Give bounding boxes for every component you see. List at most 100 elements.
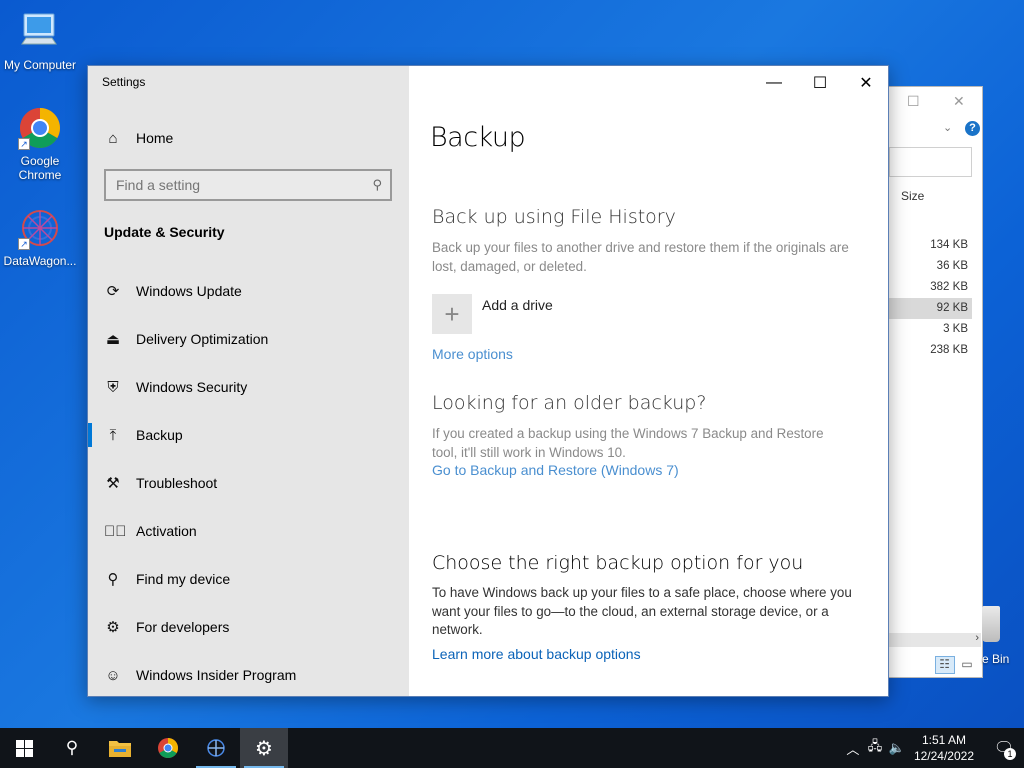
file-history-heading: Back up using File History [432, 206, 676, 228]
learn-more-backup-link[interactable]: Learn more about backup options [432, 646, 641, 662]
search-input[interactable] [116, 177, 373, 193]
file-size-list: 134 KB 36 KB 382 KB 92 KB 3 KB 238 KB [889, 235, 972, 361]
window-title: Settings [102, 75, 146, 89]
desktop-icon-my-computer[interactable]: My Computer [0, 10, 80, 72]
backup-arrow-icon: ⤒ [109, 426, 117, 444]
notification-badge: 1 [1004, 748, 1016, 760]
nav-activation[interactable]: ✓⃝ Activation [88, 507, 409, 555]
explorer-search-box[interactable] [889, 147, 972, 177]
search-icon: ⚲ [65, 738, 79, 757]
nav-windows-update[interactable]: ⟳ Windows Update [88, 267, 409, 315]
action-center-button[interactable]: 🗨 1 [984, 728, 1024, 768]
nav-windows-security[interactable]: ⛨ Windows Security [88, 363, 409, 411]
desktop-icon-label: DataWagon... [3, 254, 77, 268]
chrome-icon [158, 738, 178, 758]
developer-icon: ⚙ [106, 619, 120, 636]
nav-for-developers[interactable]: ⚙ For developers [88, 603, 409, 651]
nav-find-my-device[interactable]: ⚲ Find my device [88, 555, 409, 603]
page-title: Backup [430, 122, 526, 153]
computer-icon [18, 10, 62, 54]
explorer-titlebar[interactable]: ☐ ✕ [881, 87, 982, 117]
clock-date: 12/24/2022 [913, 749, 974, 763]
nav-label: Find my device [136, 571, 231, 587]
volume-icon[interactable]: 🔈 [886, 740, 908, 756]
chrome-icon: ↗ [18, 106, 62, 150]
chevron-down-icon[interactable]: ⌄ [943, 121, 952, 134]
clock[interactable]: 1:51 AM 12/24/2022 [914, 732, 974, 764]
backup-restore-windows7-link[interactable]: Go to Backup and Restore (Windows 7) [432, 462, 679, 478]
nav-troubleshoot[interactable]: ⚒ Troubleshoot [88, 459, 409, 507]
insider-cat-icon: ☺ [105, 666, 121, 684]
wrench-icon: ⚒ [106, 475, 120, 492]
close-button[interactable]: ✕ [843, 70, 889, 96]
clock-time: 1:51 AM [921, 733, 966, 747]
list-item[interactable]: 382 KB [889, 277, 972, 298]
person-pin-icon: ⚲ [107, 571, 119, 588]
windows-logo-icon [15, 739, 33, 757]
search-icon[interactable]: ⚲ [372, 177, 382, 193]
maximize-button[interactable]: ☐ [797, 70, 843, 96]
view-buttons: ☷ ▭ [934, 656, 976, 675]
list-item[interactable]: 3 KB [889, 319, 972, 340]
plus-icon: + [432, 294, 472, 334]
nav-delivery-optimization[interactable]: ⏏ Delivery Optimization [88, 315, 409, 363]
list-item[interactable]: 36 KB [889, 256, 972, 277]
search-button[interactable]: ⚲ [48, 728, 96, 768]
chevron-up-icon[interactable]: ︿ [842, 739, 864, 758]
horizontal-scrollbar[interactable]: › [889, 632, 981, 647]
close-icon[interactable]: ✕ [953, 93, 965, 110]
list-item[interactable]: 238 KB [889, 340, 972, 361]
datawagon-icon [207, 739, 225, 757]
choose-backup-heading: Choose the right backup option for you [432, 552, 804, 574]
desktop-icon-label: e Bin [982, 652, 1010, 666]
more-options-link[interactable]: More options [432, 346, 513, 362]
nav-label: Backup [136, 427, 183, 443]
nav-backup[interactable]: ⤒ Backup [88, 411, 409, 459]
datawagon-icon: ↗ [18, 206, 62, 250]
add-drive-label: Add a drive [482, 297, 553, 313]
maximize-icon[interactable]: ☐ [907, 93, 920, 110]
taskbar: ⚲ ⚙ ︿ 🖧 🔈 1:51 AM 12/24/2022 🗨 1 [0, 728, 1024, 768]
folder-icon [109, 741, 131, 757]
search-box[interactable]: ⚲ [104, 169, 392, 201]
maximize-icon: ☐ [812, 75, 828, 92]
check-circle-icon: ✓⃝ [104, 522, 127, 540]
home-icon: ⌂ [108, 129, 118, 147]
details-view-icon[interactable]: ☷ [934, 656, 955, 674]
taskbar-file-explorer[interactable] [96, 728, 144, 768]
delivery-icon: ⏏ [105, 331, 121, 348]
list-item[interactable]: 92 KB [889, 298, 972, 319]
minimize-button[interactable]: — [751, 70, 797, 96]
network-icon[interactable]: 🖧 [864, 737, 886, 759]
taskbar-chrome[interactable] [144, 728, 192, 768]
system-tray: ︿ 🖧 🔈 1:51 AM 12/24/2022 🗨 1 [842, 728, 1024, 768]
desktop-icon-datawagon[interactable]: ↗ DataWagon... [0, 206, 80, 268]
desktop-icon-label: Google Chrome [18, 154, 62, 182]
preview-view-icon[interactable]: ▭ [958, 657, 976, 675]
desktop-icon-google-chrome[interactable]: ↗ Google Chrome [0, 106, 80, 182]
list-item[interactable]: 134 KB [889, 235, 972, 256]
nav-label: Troubleshoot [136, 475, 218, 491]
older-backup-description: If you created a backup using the Window… [432, 426, 824, 460]
nav-windows-insider-program[interactable]: ☺ Windows Insider Program [88, 651, 409, 699]
taskbar-datawagon[interactable] [192, 728, 240, 768]
help-icon[interactable]: ? [965, 121, 980, 136]
settings-sidebar: Settings ⌂ Home ⚲ Update & Security ⟳ Wi… [88, 66, 409, 696]
settings-window[interactable]: Settings ⌂ Home ⚲ Update & Security ⟳ Wi… [87, 65, 889, 697]
recycle-bin-icon [982, 606, 1000, 642]
nav-label: Windows Insider Program [136, 667, 297, 683]
file-explorer-window[interactable]: ☐ ✕ ⌄ ? Size 134 KB 36 KB 382 KB 92 KB 3… [880, 86, 983, 678]
nav-label: Home [136, 130, 174, 146]
taskbar-settings[interactable]: ⚙ [240, 728, 288, 768]
nav-home[interactable]: ⌂ Home [88, 114, 409, 162]
nav-label: Activation [136, 523, 197, 539]
older-backup-heading: Looking for an older backup? [432, 392, 707, 414]
add-drive-button[interactable]: + Add a drive [432, 294, 553, 334]
choose-backup-description: To have Windows back up your files to a … [432, 585, 852, 637]
column-header-size[interactable]: Size [901, 189, 924, 203]
settings-content: — ☐ ✕ Backup Back up using File History … [409, 66, 888, 696]
nav-label: Delivery Optimization [136, 331, 269, 347]
start-button[interactable] [0, 728, 48, 768]
section-title: Update & Security [104, 224, 225, 240]
desktop-icon-recycle-bin[interactable]: e Bin [978, 606, 1009, 666]
